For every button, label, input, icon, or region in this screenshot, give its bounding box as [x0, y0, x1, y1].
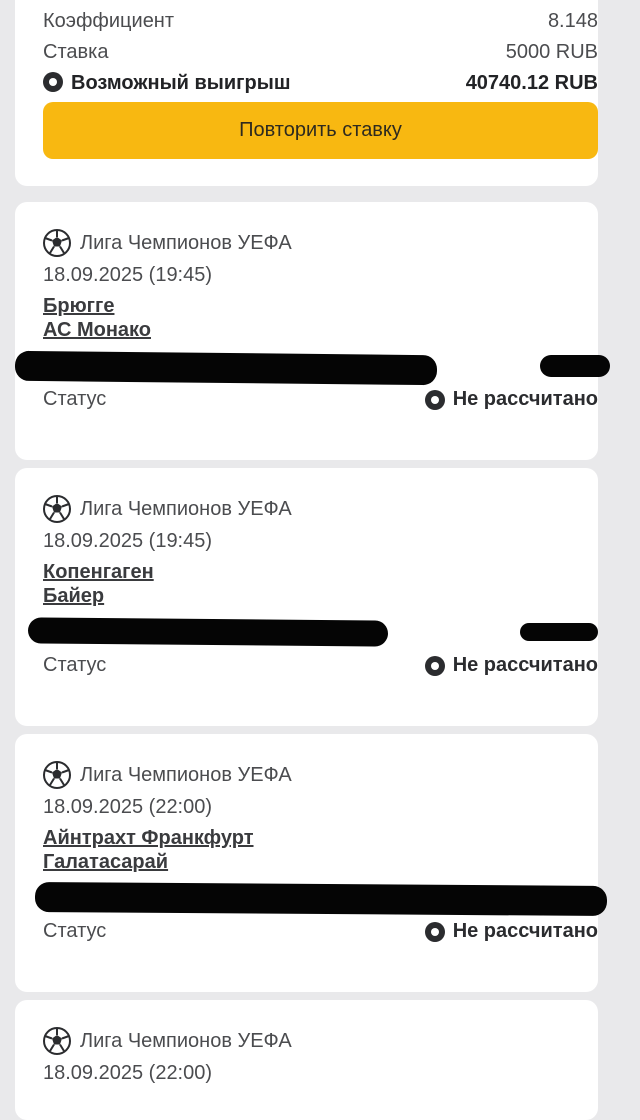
league-name: Лига Чемпионов УЕФА [80, 497, 292, 520]
league-row: Лига Чемпионов УЕФА [42, 760, 292, 790]
coefficient-label: Коэффициент [43, 10, 175, 32]
stake-value: 5000 RUB [505, 41, 598, 63]
soccer-ball-icon [43, 229, 71, 257]
status-label: Статус [43, 654, 107, 676]
event-date: 18.09.2025 (22:00) [43, 796, 213, 818]
team-home-link[interactable]: Копенгаген [43, 561, 154, 584]
stake-label: Ставка [43, 41, 109, 63]
coefficient-row: Коэффициент 8.148 [43, 10, 598, 33]
status-dot-icon [424, 921, 445, 942]
soccer-ball-icon [43, 1027, 71, 1055]
team-away-link[interactable]: Галатасарай [43, 851, 168, 874]
stake-row: Ставка 5000 RUB [43, 41, 598, 64]
status-text: Не рассчитано [452, 388, 598, 410]
status-dot-icon [424, 389, 445, 410]
coefficient-value: 8.148 [547, 10, 598, 32]
event-card: Лига Чемпионов УЕФА 18.09.2025 (22:00) А… [15, 734, 608, 992]
event-card: Лига Чемпионов УЕФА 18.09.2025 (22:00) [15, 1000, 598, 1120]
status-label: Статус [43, 388, 107, 410]
redaction-mark [520, 623, 598, 641]
event-date: 18.09.2025 (22:00) [43, 1062, 213, 1084]
status-value: Не рассчитано [424, 920, 598, 943]
league-name: Лига Чемпионов УЕФА [80, 231, 292, 254]
possible-win-label: Возможный выигрыш [71, 72, 291, 94]
possible-win-value: 40740.12 RUB [465, 72, 598, 94]
team-home-link[interactable]: Айнтрахт Франкфурт [43, 827, 254, 850]
team-away-link[interactable]: Байер [43, 585, 104, 608]
league-name: Лига Чемпионов УЕФА [80, 1029, 292, 1052]
possible-win-label-wrap: Возможный выигрыш [43, 72, 290, 95]
league-row: Лига Чемпионов УЕФА [42, 494, 292, 524]
league-row: Лига Чемпионов УЕФА [42, 228, 292, 258]
soccer-ball-icon [43, 495, 71, 523]
radio-dot-icon [43, 72, 63, 92]
status-value: Не рассчитано [424, 654, 598, 677]
event-date: 18.09.2025 (19:45) [43, 530, 213, 552]
status-value: Не рассчитано [424, 388, 598, 411]
status-label: Статус [43, 920, 107, 942]
soccer-ball-icon [43, 761, 71, 789]
redaction-mark [34, 882, 608, 916]
redaction-mark [27, 617, 389, 647]
league-row: Лига Чемпионов УЕФА [42, 1026, 292, 1056]
bet-summary-card: Коэффициент 8.148 Ставка 5000 RUB Возмож… [15, 0, 598, 186]
team-away-link[interactable]: АС Монако [43, 319, 151, 342]
event-card: Лига Чемпионов УЕФА 18.09.2025 (19:45) Б… [14, 202, 610, 460]
status-text: Не рассчитано [452, 920, 598, 942]
event-card: Лига Чемпионов УЕФА 18.09.2025 (19:45) К… [15, 468, 598, 726]
status-text: Не рассчитано [452, 654, 598, 676]
redaction-mark [540, 355, 610, 377]
status-dot-icon [424, 655, 445, 676]
team-home-link[interactable]: Брюгге [43, 295, 114, 318]
event-date: 18.09.2025 (19:45) [43, 264, 213, 286]
redaction-mark [14, 350, 438, 386]
repeat-bet-button[interactable]: Повторить ставку [43, 102, 598, 159]
league-name: Лига Чемпионов УЕФА [80, 763, 292, 786]
possible-win-row: Возможный выигрыш 40740.12 RUB [43, 72, 598, 95]
